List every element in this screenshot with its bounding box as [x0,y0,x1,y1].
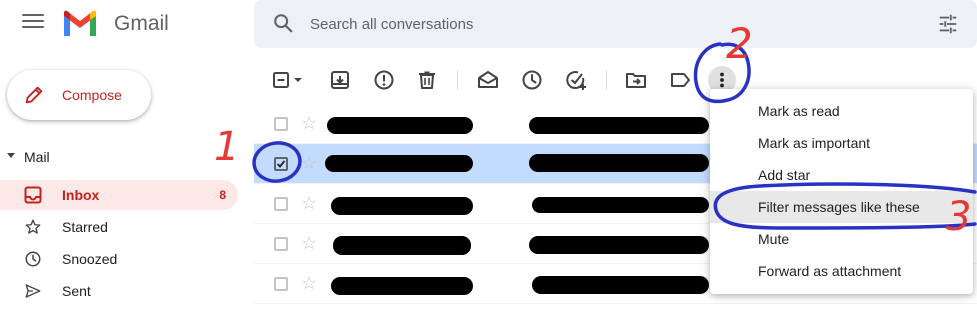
star-icon[interactable]: ☆ [301,154,317,172]
search-input[interactable] [310,12,830,36]
main-menu-icon[interactable] [22,14,44,32]
mark-as-read-icon[interactable] [476,68,500,92]
gmail-logo-icon[interactable] [62,9,98,42]
row-checkbox[interactable] [274,197,288,211]
snooze-icon[interactable] [520,68,544,92]
menu-item-label: Filter messages like these [758,199,920,215]
add-to-tasks-icon[interactable] [564,68,588,92]
inbox-icon [24,186,42,204]
caret-down-icon [7,153,15,158]
search-icon[interactable] [272,12,294,39]
sidebar-item-starred[interactable]: Starred [0,212,238,242]
toolbar-divider [457,70,458,90]
star-icon [24,218,42,236]
menu-item-mute[interactable]: Mute [710,223,973,255]
redacted-sender [333,236,471,255]
pencil-icon [23,84,45,111]
redacted-subject [529,154,709,172]
search-bar[interactable] [254,0,977,48]
top-bar: Gmail [0,0,977,52]
clock-icon [24,250,42,268]
mail-section-toggle[interactable]: Mail [0,146,240,168]
menu-item-filter-messages[interactable]: Filter messages like these [710,191,973,223]
send-icon [24,282,42,300]
redacted-subject [532,276,709,294]
sidebar-item-snoozed[interactable]: Snoozed [0,244,238,274]
move-to-icon[interactable] [624,68,648,92]
compose-label: Compose [62,87,122,103]
redacted-sender [331,197,473,215]
sidebar-item-label: Snoozed [62,251,118,267]
toolbar-divider [606,70,607,90]
sidebar-item-label: Inbox [62,187,100,203]
menu-item-forward-as-attachment[interactable]: Forward as attachment [710,255,973,287]
menu-item-label: Mark as read [758,103,840,119]
redacted-subject [529,236,709,254]
redacted-subject [529,117,709,134]
sidebar-item-sent[interactable]: Sent [0,276,238,306]
row-checkbox[interactable] [274,277,288,291]
menu-item-label: Forward as attachment [758,263,902,279]
mail-section-label: Mail [24,149,50,165]
delete-icon[interactable] [415,68,439,92]
compose-button[interactable]: Compose [7,70,151,120]
star-icon[interactable]: ☆ [301,234,317,252]
star-icon[interactable]: ☆ [301,194,317,212]
redacted-sender [331,277,473,295]
more-options-menu: Mark as read Mark as important Add star … [710,89,973,294]
report-spam-icon[interactable] [372,68,396,92]
redacted-sender [325,155,473,172]
star-icon[interactable]: ☆ [301,114,317,132]
app-name: Gmail [114,12,169,35]
select-dropdown-icon[interactable] [290,68,314,92]
menu-item-label: Mark as important [758,135,871,151]
sidebar-item-inbox[interactable]: Inbox 8 [0,180,238,210]
menu-item-add-star[interactable]: Add star [710,159,973,191]
label-icon[interactable] [668,68,692,92]
unread-count: 8 [219,188,226,202]
redacted-sender [327,117,473,134]
menu-item-mark-as-read[interactable]: Mark as read [710,95,973,127]
menu-item-mark-as-important[interactable]: Mark as important [710,127,973,159]
sidebar-item-label: Sent [62,283,91,299]
search-options-icon[interactable] [937,13,959,40]
archive-icon[interactable] [328,68,352,92]
star-icon[interactable]: ☆ [301,274,317,292]
gmail-window: Gmail Compose Mail Inbox 8 St [0,0,977,316]
row-checkbox[interactable] [274,117,288,131]
menu-item-label: Mute [758,231,790,247]
sidebar-item-label: Starred [62,219,108,235]
mail-toolbar [254,62,754,98]
menu-item-label: Add star [758,167,811,183]
row-checkbox[interactable] [274,237,288,251]
redacted-subject [532,197,709,213]
row-checkbox-checked[interactable] [274,157,288,171]
